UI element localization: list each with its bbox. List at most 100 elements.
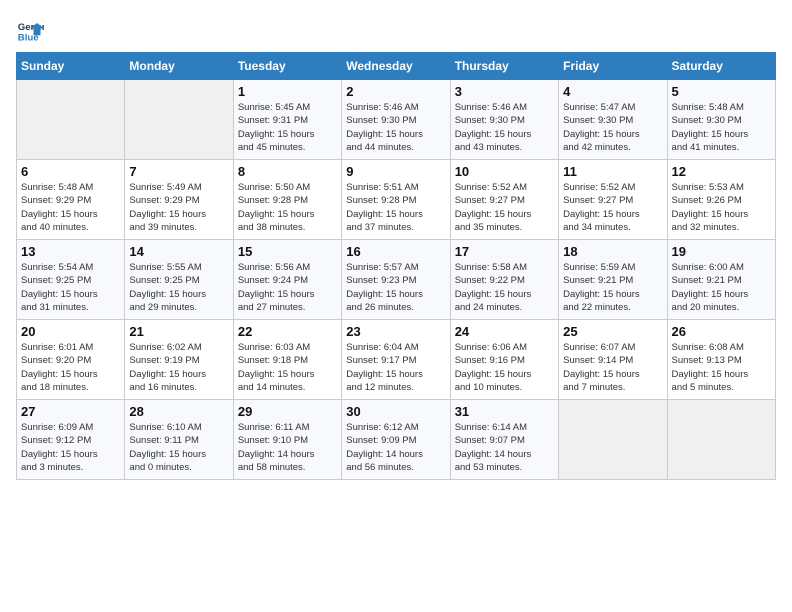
calendar-cell: 6 Sunrise: 5:48 AM Sunset: 9:29 PM Daylig… <box>17 160 125 240</box>
calendar-week-row: 6 Sunrise: 5:48 AM Sunset: 9:29 PM Daylig… <box>17 160 776 240</box>
day-detail: Sunrise: 5:52 AM Sunset: 9:27 PM Dayligh… <box>563 181 662 234</box>
calendar-cell: 28Sunrise: 6:10 AM Sunset: 9:11 PM Dayli… <box>125 400 233 480</box>
day-number: 27 <box>21 404 120 419</box>
day-detail: Sunrise: 6:06 AM Sunset: 9:16 PM Dayligh… <box>455 341 554 394</box>
calendar-cell <box>667 400 775 480</box>
calendar-cell: 3 Sunrise: 5:46 AM Sunset: 9:30 PM Daylig… <box>450 80 558 160</box>
day-number: 30 <box>346 404 445 419</box>
day-detail: Sunrise: 6:09 AM Sunset: 9:12 PM Dayligh… <box>21 421 120 474</box>
day-number: 29 <box>238 404 337 419</box>
day-detail: Sunrise: 5:45 AM Sunset: 9:31 PM Dayligh… <box>238 101 337 154</box>
calendar-cell: 7 Sunrise: 5:49 AM Sunset: 9:29 PM Daylig… <box>125 160 233 240</box>
day-detail: Sunrise: 5:55 AM Sunset: 9:25 PM Dayligh… <box>129 261 228 314</box>
calendar-cell: 22 Sunrise: 6:03 AM Sunset: 9:18 PM Dayli… <box>233 320 341 400</box>
day-detail: Sunrise: 5:47 AM Sunset: 9:30 PM Dayligh… <box>563 101 662 154</box>
weekday-header: Tuesday <box>233 53 341 80</box>
calendar-cell: 23 Sunrise: 6:04 AM Sunset: 9:17 PM Dayli… <box>342 320 450 400</box>
calendar-cell: 19Sunrise: 6:00 AM Sunset: 9:21 PM Dayli… <box>667 240 775 320</box>
day-number: 19 <box>672 244 771 259</box>
day-detail: Sunrise: 6:04 AM Sunset: 9:17 PM Dayligh… <box>346 341 445 394</box>
day-number: 14 <box>129 244 228 259</box>
page-header: General Blue <box>16 16 776 44</box>
calendar-cell: 30 Sunrise: 6:12 AM Sunset: 9:09 PM Dayli… <box>342 400 450 480</box>
day-detail: Sunrise: 6:03 AM Sunset: 9:18 PM Dayligh… <box>238 341 337 394</box>
calendar-cell: 16 Sunrise: 5:57 AM Sunset: 9:23 PM Dayli… <box>342 240 450 320</box>
calendar-cell: 5 Sunrise: 5:48 AM Sunset: 9:30 PM Daylig… <box>667 80 775 160</box>
day-number: 18 <box>563 244 662 259</box>
day-detail: Sunrise: 5:50 AM Sunset: 9:28 PM Dayligh… <box>238 181 337 234</box>
day-detail: Sunrise: 5:52 AM Sunset: 9:27 PM Dayligh… <box>455 181 554 234</box>
calendar-cell: 8 Sunrise: 5:50 AM Sunset: 9:28 PM Daylig… <box>233 160 341 240</box>
day-number: 20 <box>21 324 120 339</box>
day-number: 11 <box>563 164 662 179</box>
day-detail: Sunrise: 5:56 AM Sunset: 9:24 PM Dayligh… <box>238 261 337 314</box>
calendar-cell: 25 Sunrise: 6:07 AM Sunset: 9:14 PM Dayli… <box>559 320 667 400</box>
weekday-header: Friday <box>559 53 667 80</box>
day-number: 25 <box>563 324 662 339</box>
day-number: 23 <box>346 324 445 339</box>
calendar-cell: 20Sunrise: 6:01 AM Sunset: 9:20 PM Dayli… <box>17 320 125 400</box>
calendar-cell: 29Sunrise: 6:11 AM Sunset: 9:10 PM Dayli… <box>233 400 341 480</box>
day-detail: Sunrise: 5:57 AM Sunset: 9:23 PM Dayligh… <box>346 261 445 314</box>
calendar-cell: 21 Sunrise: 6:02 AM Sunset: 9:19 PM Dayli… <box>125 320 233 400</box>
day-detail: Sunrise: 5:48 AM Sunset: 9:30 PM Dayligh… <box>672 101 771 154</box>
calendar-cell: 15 Sunrise: 5:56 AM Sunset: 9:24 PM Dayli… <box>233 240 341 320</box>
calendar-cell: 9 Sunrise: 5:51 AM Sunset: 9:28 PM Daylig… <box>342 160 450 240</box>
day-number: 9 <box>346 164 445 179</box>
day-detail: Sunrise: 6:07 AM Sunset: 9:14 PM Dayligh… <box>563 341 662 394</box>
calendar-cell: 24Sunrise: 6:06 AM Sunset: 9:16 PM Dayli… <box>450 320 558 400</box>
day-detail: Sunrise: 5:46 AM Sunset: 9:30 PM Dayligh… <box>346 101 445 154</box>
weekday-header: Sunday <box>17 53 125 80</box>
calendar-week-row: 1 Sunrise: 5:45 AM Sunset: 9:31 PM Daylig… <box>17 80 776 160</box>
calendar-cell <box>125 80 233 160</box>
calendar-cell: 11 Sunrise: 5:52 AM Sunset: 9:27 PM Dayli… <box>559 160 667 240</box>
day-number: 26 <box>672 324 771 339</box>
calendar-cell: 17Sunrise: 5:58 AM Sunset: 9:22 PM Dayli… <box>450 240 558 320</box>
day-detail: Sunrise: 5:51 AM Sunset: 9:28 PM Dayligh… <box>346 181 445 234</box>
day-detail: Sunrise: 5:46 AM Sunset: 9:30 PM Dayligh… <box>455 101 554 154</box>
day-number: 3 <box>455 84 554 99</box>
day-number: 1 <box>238 84 337 99</box>
calendar-cell: 31 Sunrise: 6:14 AM Sunset: 9:07 PM Dayli… <box>450 400 558 480</box>
day-number: 17 <box>455 244 554 259</box>
calendar-cell: 26 Sunrise: 6:08 AM Sunset: 9:13 PM Dayli… <box>667 320 775 400</box>
weekday-header: Thursday <box>450 53 558 80</box>
day-number: 10 <box>455 164 554 179</box>
day-detail: Sunrise: 6:10 AM Sunset: 9:11 PM Dayligh… <box>129 421 228 474</box>
day-detail: Sunrise: 5:53 AM Sunset: 9:26 PM Dayligh… <box>672 181 771 234</box>
calendar-cell <box>17 80 125 160</box>
day-detail: Sunrise: 5:59 AM Sunset: 9:21 PM Dayligh… <box>563 261 662 314</box>
calendar-cell: 12 Sunrise: 5:53 AM Sunset: 9:26 PM Dayli… <box>667 160 775 240</box>
day-number: 5 <box>672 84 771 99</box>
calendar-cell: 13Sunrise: 5:54 AM Sunset: 9:25 PM Dayli… <box>17 240 125 320</box>
day-number: 22 <box>238 324 337 339</box>
calendar-week-row: 27 Sunrise: 6:09 AM Sunset: 9:12 PM Dayli… <box>17 400 776 480</box>
calendar-cell: 4Sunrise: 5:47 AM Sunset: 9:30 PM Daylig… <box>559 80 667 160</box>
day-detail: Sunrise: 5:49 AM Sunset: 9:29 PM Dayligh… <box>129 181 228 234</box>
calendar-cell <box>559 400 667 480</box>
day-detail: Sunrise: 5:54 AM Sunset: 9:25 PM Dayligh… <box>21 261 120 314</box>
calendar-cell: 1 Sunrise: 5:45 AM Sunset: 9:31 PM Daylig… <box>233 80 341 160</box>
logo-icon: General Blue <box>16 16 44 44</box>
day-detail: Sunrise: 5:48 AM Sunset: 9:29 PM Dayligh… <box>21 181 120 234</box>
day-number: 31 <box>455 404 554 419</box>
calendar-cell: 10 Sunrise: 5:52 AM Sunset: 9:27 PM Dayli… <box>450 160 558 240</box>
day-number: 21 <box>129 324 228 339</box>
calendar-cell: 18 Sunrise: 5:59 AM Sunset: 9:21 PM Dayli… <box>559 240 667 320</box>
day-number: 16 <box>346 244 445 259</box>
day-detail: Sunrise: 6:14 AM Sunset: 9:07 PM Dayligh… <box>455 421 554 474</box>
day-number: 6 <box>21 164 120 179</box>
weekday-header-row: SundayMondayTuesdayWednesdayThursdayFrid… <box>17 53 776 80</box>
day-number: 12 <box>672 164 771 179</box>
calendar-cell: 27 Sunrise: 6:09 AM Sunset: 9:12 PM Dayli… <box>17 400 125 480</box>
weekday-header: Wednesday <box>342 53 450 80</box>
calendar-week-row: 20Sunrise: 6:01 AM Sunset: 9:20 PM Dayli… <box>17 320 776 400</box>
day-number: 8 <box>238 164 337 179</box>
day-detail: Sunrise: 6:12 AM Sunset: 9:09 PM Dayligh… <box>346 421 445 474</box>
day-detail: Sunrise: 6:08 AM Sunset: 9:13 PM Dayligh… <box>672 341 771 394</box>
weekday-header: Saturday <box>667 53 775 80</box>
day-number: 7 <box>129 164 228 179</box>
calendar-cell: 2Sunrise: 5:46 AM Sunset: 9:30 PM Daylig… <box>342 80 450 160</box>
day-detail: Sunrise: 6:02 AM Sunset: 9:19 PM Dayligh… <box>129 341 228 394</box>
day-number: 15 <box>238 244 337 259</box>
